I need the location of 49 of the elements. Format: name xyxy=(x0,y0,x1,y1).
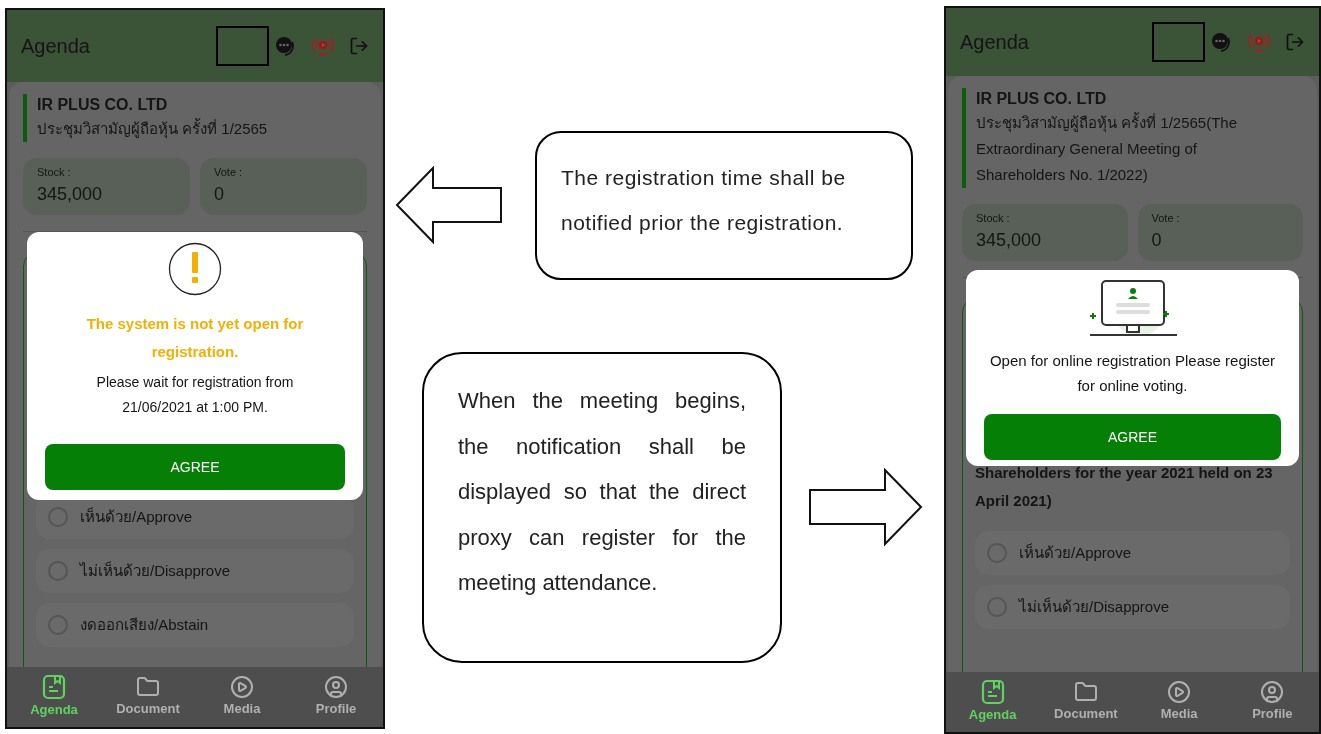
meeting-title: ประชุมวิสามัญผู้ถือหุ้น ครั้งที่ 1/2565(The Extraordinary General Meeting of Shareholders No. 1/2022) xyxy=(976,111,1239,185)
dialog-message: Open for online registration Please register for online voting. xyxy=(988,351,1277,396)
chat-icon[interactable] xyxy=(1209,30,1233,54)
dialog-message: Please wait for registration from 21/06/2021 at 1:00 PM. xyxy=(95,373,295,417)
blank-frame xyxy=(216,26,269,66)
page-title: Agenda xyxy=(960,30,1029,55)
vote-option[interactable]: งดออกเสียง/Abstain xyxy=(36,603,354,647)
stat-label: Stock : xyxy=(37,165,72,180)
agree-button[interactable]: AGREE xyxy=(984,414,1281,460)
vote-option[interactable]: ไม่เห็นด้วย/Disapprove xyxy=(36,549,354,593)
callout-box: The registration time shall be notified prior the registration. xyxy=(535,131,913,280)
nav-tab[interactable]: Agenda xyxy=(14,674,94,720)
play-icon xyxy=(1167,680,1192,705)
blank-frame xyxy=(1152,22,1205,62)
vote-option[interactable]: ไม่เห็นด้วย/Disapprove xyxy=(975,585,1290,629)
live-icon[interactable] xyxy=(309,34,337,58)
chat-icon[interactable] xyxy=(273,34,297,58)
nav-tab[interactable]: Profile xyxy=(296,675,376,719)
nav-tab[interactable]: Media xyxy=(1139,680,1220,724)
user-icon xyxy=(324,675,348,700)
stat-label: Stock : xyxy=(976,211,1011,226)
company-name: IR PLUS CO. LTD xyxy=(976,89,1108,109)
warning-icon xyxy=(168,242,222,296)
page-title: Agenda xyxy=(21,34,90,59)
nav-tab[interactable]: Document xyxy=(108,675,188,719)
dialog-title: The system is not yet open for registration. xyxy=(85,314,305,362)
stat-value: 0 xyxy=(214,182,225,206)
company-name: IR PLUS CO. LTD xyxy=(37,95,169,115)
agenda-icon xyxy=(980,679,1005,706)
stat-label: Vote : xyxy=(1151,211,1181,226)
agenda-text: Shareholders for the year 2021 held on 23 April 2021) xyxy=(975,463,1274,511)
stat-value: 0 xyxy=(1151,228,1163,252)
meeting-title: ประชุมวิสามัญผู้ถือหุ้น ครั้งที่ 1/2565 xyxy=(37,117,269,141)
logout-icon[interactable] xyxy=(349,36,369,56)
nav-tab[interactable]: Agenda xyxy=(952,679,1033,725)
play-icon xyxy=(230,675,254,700)
nav-tab[interactable]: Media xyxy=(202,675,282,719)
live-icon[interactable] xyxy=(1245,30,1273,54)
nav-tab[interactable]: Profile xyxy=(1232,680,1313,724)
nav-tab[interactable]: Document xyxy=(1045,680,1126,724)
user-icon xyxy=(1260,680,1285,705)
agenda-icon xyxy=(42,674,66,701)
stat-label: Vote : xyxy=(214,165,244,180)
stat-value: 345,000 xyxy=(37,182,104,206)
stat-value: 345,000 xyxy=(976,228,1043,252)
agree-button[interactable]: AGREE xyxy=(45,444,345,490)
logout-icon[interactable] xyxy=(1285,32,1305,52)
vote-option[interactable]: เห็นด้วย/Approve xyxy=(975,531,1290,575)
callout-box: When the meeting begins, the notification shall be displayed so that the direct proxy can register for the meeting attendance. xyxy=(422,352,782,663)
